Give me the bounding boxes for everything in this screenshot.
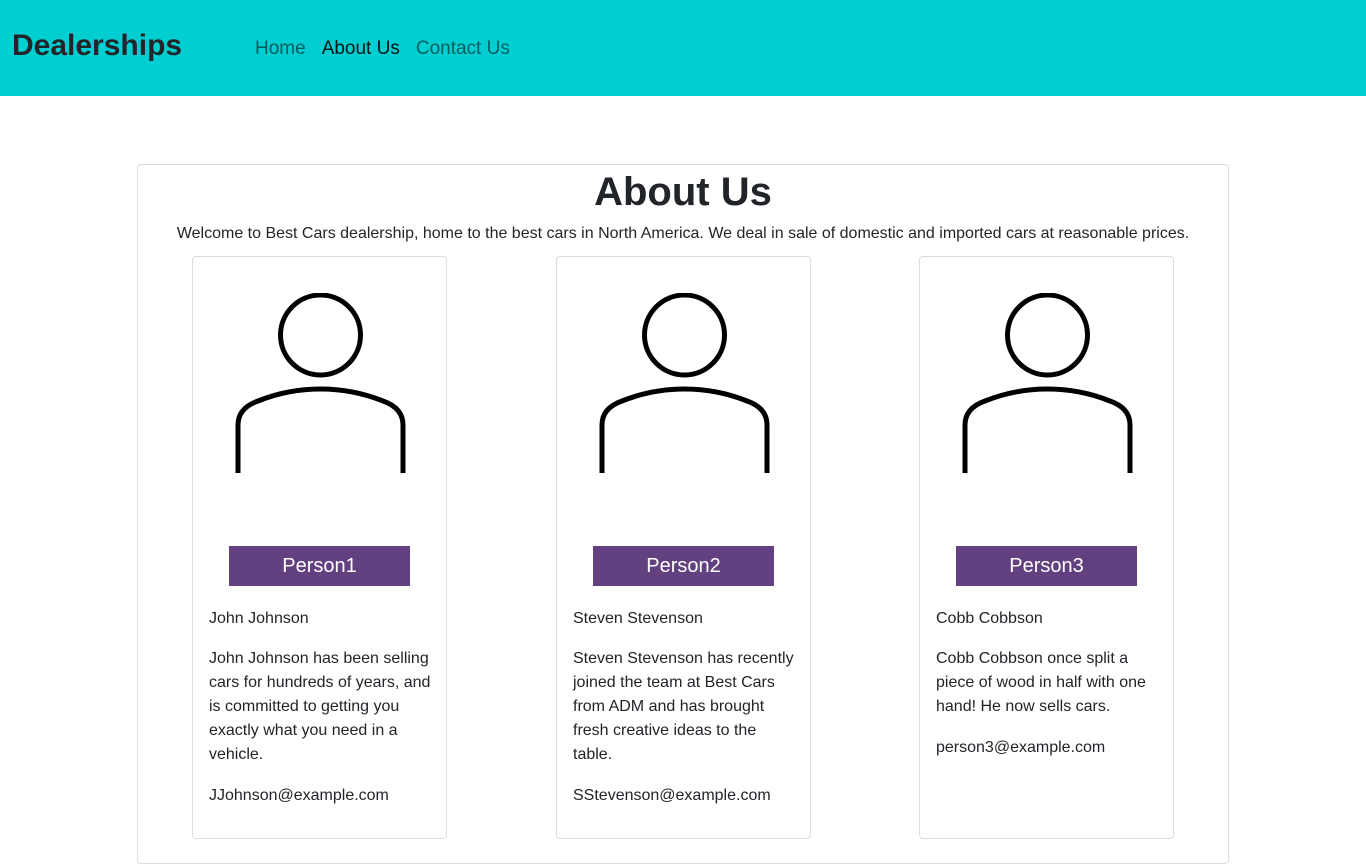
nav-link-home[interactable]: Home	[255, 36, 306, 62]
person-badge: Person3	[956, 546, 1137, 586]
person-description: Steven Stevenson has recently joined the…	[573, 650, 794, 763]
person-description: John Johnson has been selling cars for h…	[209, 650, 431, 763]
nav-link-contact-us[interactable]: Contact Us	[416, 36, 510, 62]
person-outline-icon	[599, 293, 770, 473]
nav-links: Home About Us Contact Us	[255, 36, 526, 62]
person-card-2: Person2 Steven Stevenson Steven Stevenso…	[556, 256, 811, 839]
person-name: Steven Stevenson	[573, 610, 703, 627]
person-card-1: Person1 John Johnson John Johnson has be…	[192, 256, 447, 839]
person-card-3: Person3 Cobb Cobbson Cobb Cobbson once s…	[919, 256, 1174, 839]
person-email: person3@example.com	[936, 739, 1106, 756]
person-name: Cobb Cobbson	[936, 610, 1043, 627]
person-email: JJohnson@example.com	[209, 787, 389, 804]
intro-text: Welcome to Best Cars dealership, home to…	[176, 225, 1190, 242]
page-title: About Us	[594, 170, 772, 214]
person-name: John Johnson	[209, 610, 309, 627]
brand-link[interactable]: Dealerships	[12, 26, 182, 66]
person-description: Cobb Cobbson once split a piece of wood …	[936, 650, 1146, 715]
person-email: SStevenson@example.com	[573, 787, 771, 804]
person-outline-icon	[962, 293, 1133, 473]
person-badge: Person1	[229, 546, 410, 586]
person-outline-icon	[235, 293, 406, 473]
navbar: Dealerships Home About Us Contact Us	[0, 0, 1366, 96]
person-badge: Person2	[593, 546, 774, 586]
nav-link-about-us[interactable]: About Us	[322, 36, 400, 62]
